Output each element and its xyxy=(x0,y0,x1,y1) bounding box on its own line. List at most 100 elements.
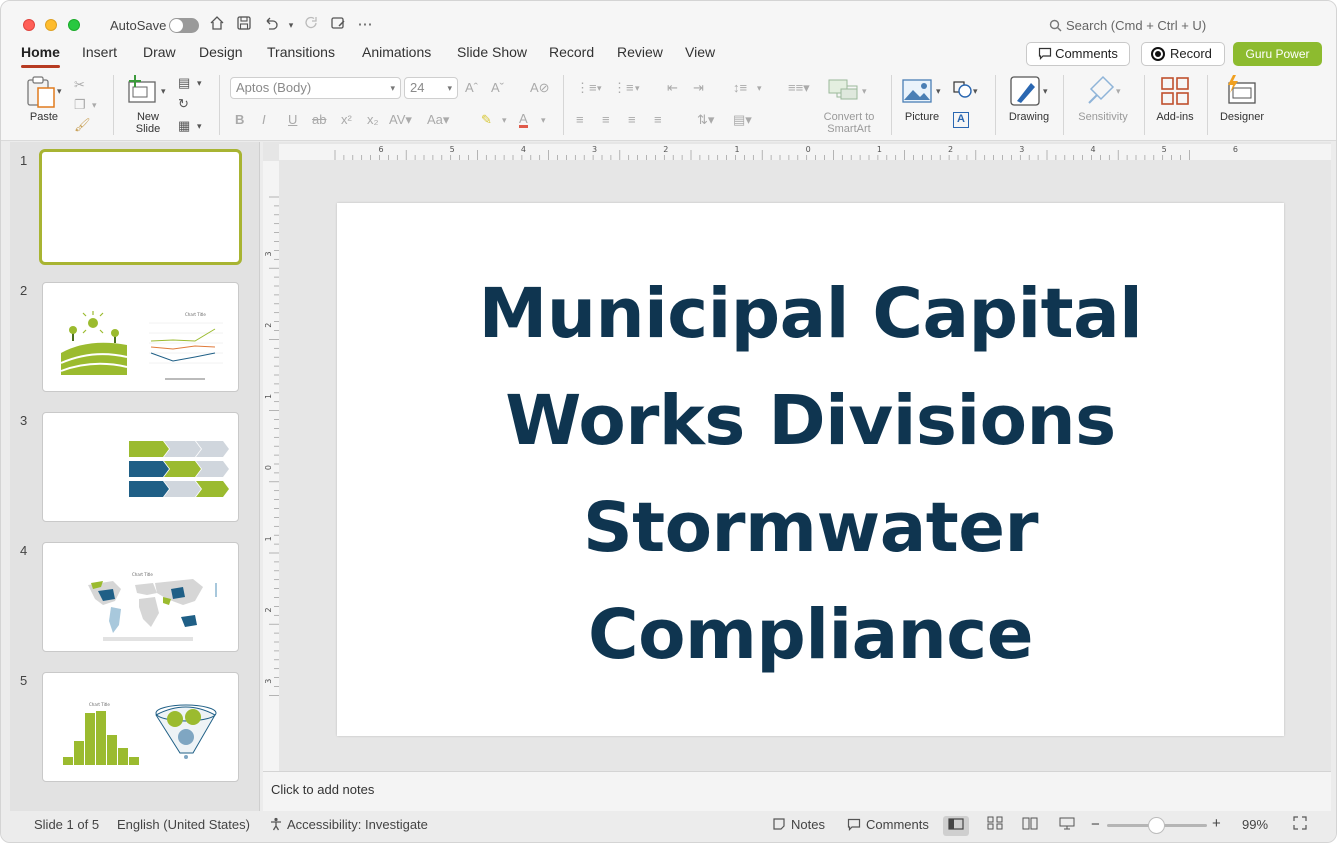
bold-icon[interactable]: B xyxy=(235,112,244,128)
layout-icon[interactable]: ▤ xyxy=(178,75,190,91)
new-slide-icon[interactable] xyxy=(127,75,159,108)
subscript-icon[interactable]: x₂ xyxy=(367,112,379,128)
decrease-font-size-icon[interactable]: Aˇ xyxy=(491,80,504,96)
more-options-icon[interactable]: ⋯ xyxy=(355,15,375,35)
align-center-icon[interactable]: ≡ xyxy=(602,112,610,128)
line-spacing-icon[interactable]: ↕≡ xyxy=(733,80,747,96)
align-right-icon[interactable]: ≡ xyxy=(628,112,636,128)
slide-thumbnail-4[interactable]: Chart Title xyxy=(42,542,239,652)
sensitivity-icon[interactable] xyxy=(1087,75,1115,108)
language-status[interactable]: English (United States) xyxy=(117,817,250,832)
comments-button[interactable]: Comments xyxy=(1026,42,1130,66)
section-dropdown-chevron-icon[interactable]: ▾ xyxy=(197,118,202,134)
record-button[interactable]: Record xyxy=(1141,42,1225,66)
character-spacing-icon[interactable]: AV▾ xyxy=(389,112,412,128)
font-size-select[interactable]: 24 ▾ xyxy=(404,77,458,99)
picture-dropdown-chevron-icon[interactable]: ▾ xyxy=(936,83,941,99)
smartart-icon[interactable] xyxy=(827,77,861,106)
change-case-icon[interactable]: Aa▾ xyxy=(427,112,449,128)
new-slide-dropdown-chevron-icon[interactable]: ▾ xyxy=(161,83,166,99)
undo-dropdown-chevron-icon[interactable]: ▾ xyxy=(281,15,301,35)
comments-toggle[interactable]: Comments xyxy=(847,817,929,832)
add-ins-icon[interactable] xyxy=(1160,76,1190,109)
copy-icon[interactable]: ❐ xyxy=(74,97,86,113)
highlight-icon[interactable]: ✎ xyxy=(481,112,492,128)
align-left-icon[interactable]: ≡ xyxy=(576,112,584,128)
slide-title-textbox[interactable]: Municipal Capital Works Divisions Stormw… xyxy=(377,261,1244,689)
drawing-icon[interactable] xyxy=(1009,75,1041,110)
tab-home[interactable]: Home xyxy=(21,44,60,68)
tab-view[interactable]: View xyxy=(685,44,715,60)
increase-indent-icon[interactable]: ⇥ xyxy=(693,80,704,96)
tab-draw[interactable]: Draw xyxy=(143,44,176,60)
tab-animations[interactable]: Animations xyxy=(362,44,431,60)
zoom-in-button[interactable]: + xyxy=(1212,815,1221,832)
slide-thumbnail-1[interactable] xyxy=(39,149,242,265)
slide-show-view-button[interactable] xyxy=(1054,816,1080,836)
slide-thumbnail-5[interactable]: Chart Title xyxy=(42,672,239,782)
highlight-dropdown-chevron-icon[interactable]: ▾ xyxy=(502,112,507,128)
tab-transitions[interactable]: Transitions xyxy=(267,44,335,60)
guru-power-button[interactable]: Guru Power xyxy=(1233,42,1322,66)
text-box-icon[interactable]: A xyxy=(953,112,969,128)
align-text-icon[interactable]: ▤▾ xyxy=(733,112,752,128)
current-slide[interactable]: Municipal Capital Works Divisions Stormw… xyxy=(337,203,1284,736)
tab-design[interactable]: Design xyxy=(199,44,243,60)
autosave-toggle[interactable] xyxy=(169,18,199,33)
slide-sorter-view-button[interactable] xyxy=(982,816,1008,836)
font-color-icon[interactable]: A xyxy=(519,112,528,128)
zoom-slider-handle[interactable] xyxy=(1148,817,1165,834)
line-spacing-dropdown-chevron-icon[interactable]: ▾ xyxy=(757,80,762,96)
justify-icon[interactable]: ≡ xyxy=(654,112,662,128)
numbering-icon[interactable]: ⋮≡ xyxy=(613,80,634,96)
paste-icon[interactable] xyxy=(25,75,57,108)
numbering-dropdown-chevron-icon[interactable]: ▾ xyxy=(635,80,640,96)
italic-icon[interactable]: I xyxy=(262,112,266,128)
cut-icon[interactable]: ✂ xyxy=(74,77,85,93)
redo-icon[interactable] xyxy=(302,15,322,35)
zoom-level[interactable]: 99% xyxy=(1242,817,1268,832)
tab-slide-show[interactable]: Slide Show xyxy=(457,44,527,60)
accessibility-status[interactable]: Accessibility: Investigate xyxy=(269,817,428,832)
close-window-button[interactable] xyxy=(23,19,35,31)
decrease-indent-icon[interactable]: ⇤ xyxy=(667,80,678,96)
slide-thumbnail-2[interactable]: Chart Title xyxy=(42,282,239,392)
tab-record[interactable]: Record xyxy=(549,44,594,60)
drawing-dropdown-chevron-icon[interactable]: ▾ xyxy=(1043,83,1048,99)
reset-slide-icon[interactable]: ↻ xyxy=(178,96,189,112)
increase-font-size-icon[interactable]: Aˆ xyxy=(465,80,478,96)
clear-formatting-icon[interactable]: A⊘ xyxy=(530,80,550,96)
reading-view-button[interactable] xyxy=(1017,816,1043,836)
smartart-dropdown-chevron-icon[interactable]: ▾ xyxy=(862,83,867,99)
strikethrough-icon[interactable]: ab xyxy=(312,112,326,128)
columns-icon[interactable]: ≡≡▾ xyxy=(788,80,810,96)
search-box[interactable]: Search (Cmd + Ctrl + U) xyxy=(1049,18,1206,33)
fit-to-window-button[interactable] xyxy=(1287,816,1313,836)
bullets-dropdown-chevron-icon[interactable]: ▾ xyxy=(597,80,602,96)
present-icon[interactable] xyxy=(328,15,348,35)
font-color-dropdown-chevron-icon[interactable]: ▾ xyxy=(541,112,546,128)
format-painter-icon[interactable]: 🖌 xyxy=(74,117,91,133)
superscript-icon[interactable]: x² xyxy=(341,112,352,128)
tab-review[interactable]: Review xyxy=(617,44,663,60)
save-icon[interactable] xyxy=(234,15,254,35)
layout-dropdown-chevron-icon[interactable]: ▾ xyxy=(197,75,202,91)
shapes-dropdown-chevron-icon[interactable]: ▾ xyxy=(973,83,978,99)
font-name-select[interactable]: Aptos (Body) ▾ xyxy=(230,77,401,99)
tab-insert[interactable]: Insert xyxy=(82,44,117,60)
copy-dropdown-chevron-icon[interactable]: ▾ xyxy=(92,97,97,113)
undo-icon[interactable] xyxy=(261,15,281,35)
shapes-icon[interactable] xyxy=(953,81,973,102)
home-icon[interactable] xyxy=(207,15,227,35)
bullets-icon[interactable]: ⋮≡ xyxy=(576,80,597,96)
text-direction-icon[interactable]: ⇅▾ xyxy=(697,112,714,128)
minimize-window-button[interactable] xyxy=(45,19,57,31)
sensitivity-dropdown-chevron-icon[interactable]: ▾ xyxy=(1116,83,1121,99)
underline-icon[interactable]: U xyxy=(288,112,297,128)
designer-icon[interactable] xyxy=(1225,75,1257,108)
maximize-window-button[interactable] xyxy=(68,19,80,31)
picture-icon[interactable] xyxy=(902,79,932,106)
normal-view-button[interactable] xyxy=(943,816,969,836)
notes-pane[interactable]: Click to add notes xyxy=(263,771,1331,811)
paste-dropdown-chevron-icon[interactable]: ▾ xyxy=(57,83,62,99)
